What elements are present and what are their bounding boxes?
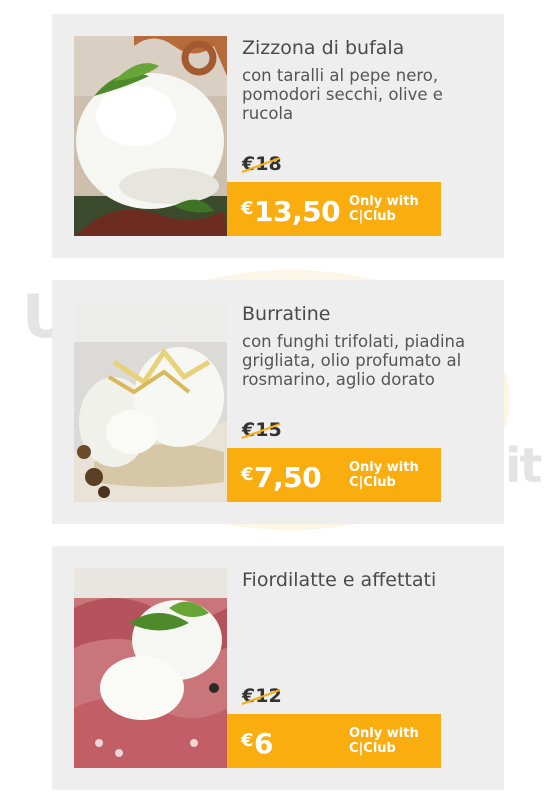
club-price: €6: [241, 722, 274, 763]
currency-symbol: €: [241, 464, 254, 485]
club-price-value: 7,50: [254, 461, 322, 494]
item-title: Zizzona di bufala: [242, 37, 405, 59]
original-price: €18: [241, 153, 282, 175]
club-only-label: Only with C|Club: [349, 194, 419, 224]
menu-item-card[interactable]: Burratine con funghi trifolati, piadina …: [52, 280, 504, 524]
club-price-badge[interactable]: €7,50 Only with C|Club: [227, 448, 441, 502]
item-title: Burratine: [242, 303, 331, 325]
original-price: €12: [241, 685, 282, 707]
club-price: €7,50: [241, 456, 322, 497]
club-price-value: 6: [254, 727, 274, 760]
currency-symbol: €: [241, 730, 254, 751]
mozzarella-with-taralli-photo: [74, 36, 227, 236]
item-title: Fiordilatte e affettati: [242, 569, 437, 591]
item-description: con funghi trifolati, piadina grigliata,…: [242, 332, 466, 389]
burrata-with-piadina-photo: [74, 302, 227, 502]
club-price-value: 13,50: [254, 195, 341, 228]
item-description: con taralli al pepe nero, pomodori secch…: [242, 66, 443, 123]
club-only-label: Only with C|Club: [349, 726, 419, 756]
background-watermark-text-right: it: [505, 438, 542, 494]
menu-item-card[interactable]: Zizzona di bufala con taralli al pepe ne…: [52, 14, 504, 258]
original-price: €15: [241, 419, 282, 441]
currency-symbol: €: [241, 198, 254, 219]
original-price-value: €18: [242, 153, 282, 175]
original-price-value: €12: [242, 685, 282, 707]
club-price-badge[interactable]: €6 Only with C|Club: [227, 714, 441, 768]
menu-item-card[interactable]: Fiordilatte e affettati €12 €6 Only with…: [52, 546, 504, 790]
original-price-value: €15: [242, 419, 282, 441]
club-price-badge[interactable]: €13,50 Only with C|Club: [227, 182, 441, 236]
club-only-label: Only with C|Club: [349, 460, 419, 490]
club-price: €13,50: [241, 190, 341, 231]
fiordilatte-with-cured-meats-photo: [74, 568, 227, 768]
